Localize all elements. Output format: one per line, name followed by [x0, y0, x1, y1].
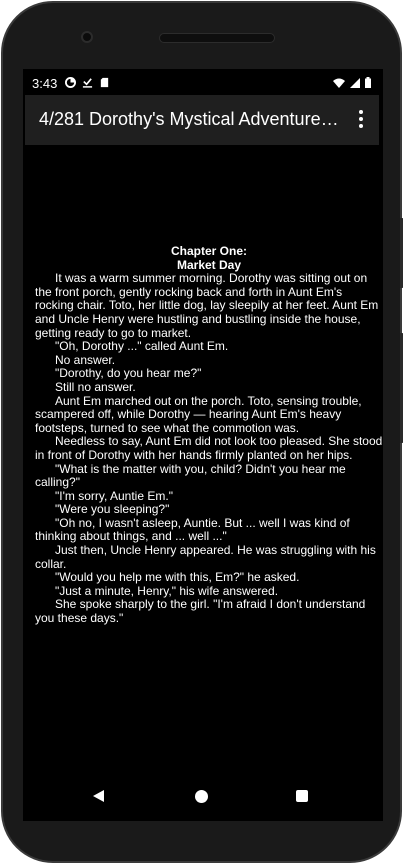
paragraph: Aunt Em marched out on the porch. Toto, …: [35, 393, 362, 435]
paragraph: "Were you sleeping?": [55, 502, 170, 517]
earpiece-speaker: [159, 33, 275, 43]
more-vert-icon[interactable]: [359, 110, 363, 128]
paragraph: "Would you help me with this, Em?" he as…: [55, 570, 300, 585]
paragraph: "I'm sorry, Auntie Em.": [55, 488, 173, 503]
front-camera: [81, 31, 93, 43]
nav-bar: [23, 769, 383, 821]
chapter-title-line2: Market Day: [176, 257, 242, 272]
wifi-icon: [333, 78, 345, 88]
paragraph: "Oh, Dorothy ..." called Aunt Em.: [55, 339, 229, 354]
paragraph: She spoke sharply to the girl. "I'm afra…: [35, 597, 366, 626]
sd-card-icon: [100, 77, 109, 88]
download-done-icon: [82, 78, 93, 88]
screen: 3:43 4/281 Dorothy's Mystical Adventures…: [23, 69, 383, 821]
data-saver-icon: [65, 77, 76, 88]
signal-icon: [350, 77, 360, 88]
status-left-icons: [65, 77, 110, 88]
paragraph: No answer.: [55, 352, 116, 367]
phone-frame: 3:43 4/281 Dorothy's Mystical Adventures…: [1, 1, 403, 863]
back-triangle-icon[interactable]: [93, 790, 104, 802]
reader-content[interactable]: Chapter One: Market Day It was a warm su…: [35, 244, 383, 626]
recents-square-icon[interactable]: [296, 790, 308, 802]
status-right-icons: [333, 77, 371, 88]
status-bar: 3:43: [23, 69, 383, 95]
status-time: 3:43: [32, 76, 58, 91]
chapter-title-line1: Chapter One:: [170, 244, 247, 258]
battery-icon: [365, 77, 371, 88]
home-circle-icon[interactable]: [195, 790, 208, 803]
paragraph: It was a warm summer morning. Dorothy wa…: [35, 271, 379, 340]
paragraph: Still no answer.: [55, 379, 136, 394]
paragraph: "Just a minute, Henry," his wife answere…: [55, 583, 279, 598]
paragraph: "Dorothy, do you hear me?": [55, 366, 202, 381]
paragraph: Just then, Uncle Henry appeared. He was …: [35, 543, 376, 571]
page-title: 4/281 Dorothy's Mystical Adventures in O…: [39, 109, 339, 129]
paragraph: "What is the matter with you, child? Did…: [35, 461, 346, 490]
app-bar: 4/281 Dorothy's Mystical Adventures in O…: [25, 95, 379, 145]
paragraph: Needless to say, Aunt Em did not look to…: [35, 434, 383, 462]
paragraph: "Oh no, I wasn't asleep, Auntie. But ...…: [35, 515, 350, 544]
